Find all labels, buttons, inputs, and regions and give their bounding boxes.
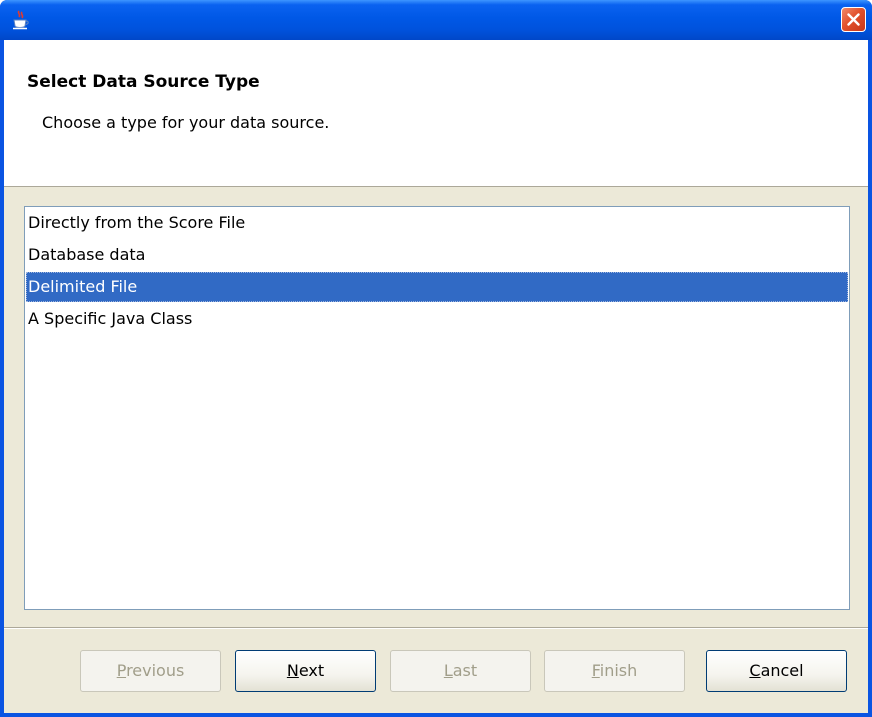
- button-bar-separator: [4, 627, 868, 629]
- close-button[interactable]: [841, 7, 866, 32]
- page-subtitle: Choose a type for your data source.: [42, 113, 330, 132]
- cancel-button[interactable]: Cancel: [706, 650, 847, 692]
- last-label: ast: [452, 661, 478, 680]
- last-button[interactable]: Last: [390, 650, 531, 692]
- close-icon: [847, 13, 860, 26]
- finish-label: inish: [599, 661, 638, 680]
- finish-mnemonic: F: [591, 661, 600, 680]
- previous-label: revious: [126, 661, 185, 680]
- next-mnemonic: N: [286, 661, 299, 680]
- java-cup-icon: [10, 9, 32, 31]
- next-button[interactable]: Next: [235, 650, 376, 692]
- list-item[interactable]: Database data: [26, 240, 848, 270]
- cancel-mnemonic: C: [749, 661, 761, 680]
- dialog-window: Select Data Source Type Choose a type fo…: [0, 0, 872, 717]
- cancel-label: ancel: [760, 661, 804, 680]
- list-item[interactable]: Directly from the Score File: [26, 208, 848, 238]
- previous-button[interactable]: Previous: [80, 650, 221, 692]
- list-item[interactable]: A Specific Java Class: [26, 304, 848, 334]
- title-bar[interactable]: [0, 0, 872, 40]
- finish-button[interactable]: Finish: [544, 650, 685, 692]
- next-label: ext: [298, 661, 325, 680]
- data-source-type-list[interactable]: Directly from the Score File Database da…: [24, 206, 850, 610]
- dialog-client-area: Select Data Source Type Choose a type fo…: [4, 40, 868, 713]
- previous-mnemonic: P: [116, 661, 127, 680]
- page-title: Select Data Source Type: [27, 72, 260, 92]
- last-mnemonic: L: [443, 661, 453, 680]
- wizard-header: Select Data Source Type Choose a type fo…: [4, 40, 868, 187]
- list-item-selected[interactable]: Delimited File: [26, 272, 848, 302]
